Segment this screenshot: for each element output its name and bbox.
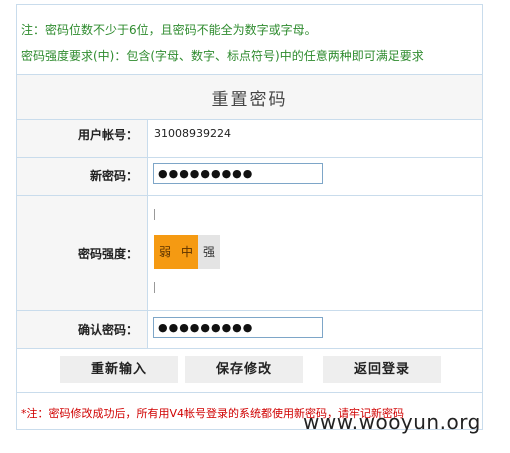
password-rule-notice: 注：密码位数不少于6位，且密码不能全为数字或字母。: [21, 23, 317, 37]
account-label: 用户帐号：: [77, 128, 138, 142]
confirm-password-field[interactable]: ●●●●●●●●●: [153, 317, 323, 338]
watermark: www.wooyun.org: [303, 410, 481, 434]
reset-password-panel: 注：密码位数不少于6位，且密码不能全为数字或字母。 密码强度要求(中)：包含(字…: [16, 4, 483, 430]
save-button[interactable]: 保存修改: [185, 356, 303, 383]
strength-weak-indicator: 弱: [154, 235, 176, 269]
password-strength-notice: 密码强度要求(中)：包含(字母、数字、标点符号)中的任意两种即可满足要求: [21, 49, 424, 63]
page-title: 重置密码: [211, 90, 288, 110]
strength-label: 密码强度：: [77, 247, 138, 261]
strength-tick-bottom: [154, 282, 155, 293]
new-password-label: 新密码：: [89, 169, 138, 183]
back-to-login-button[interactable]: 返回登录: [323, 356, 441, 383]
divider: [17, 348, 482, 349]
strength-medium-indicator: 中: [176, 235, 198, 269]
reset-button[interactable]: 重新输入: [60, 356, 178, 383]
new-password-field[interactable]: ●●●●●●●●●: [153, 163, 323, 184]
strength-strong-indicator: 强: [198, 235, 220, 269]
column-divider: [147, 119, 148, 348]
confirm-password-label: 确认密码：: [77, 323, 138, 337]
account-value: 31008939224: [154, 127, 231, 140]
strength-tick-top: [154, 209, 155, 220]
divider: [17, 392, 482, 393]
